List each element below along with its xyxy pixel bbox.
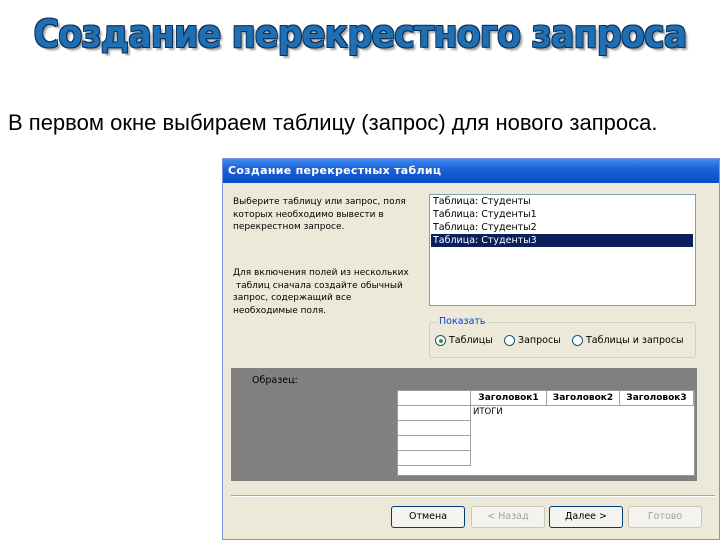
radio-checked-icon[interactable] <box>435 335 446 346</box>
radio-icon[interactable] <box>572 335 583 346</box>
instruction-line: которых необходимо вывести в <box>233 209 384 220</box>
radio-icon[interactable] <box>504 335 515 346</box>
instruction-multi-table: Для включения полей из нескольких таблиц… <box>233 267 409 317</box>
radio-tables[interactable]: Таблицы <box>435 335 493 346</box>
sample-grid: Заголовок1 Заголовок2 Заголовок3 ИТОГИ <box>397 390 695 476</box>
instruction-line: Выберите таблицу или запрос, поля <box>233 197 406 207</box>
radio-queries[interactable]: Запросы <box>504 335 561 346</box>
cancel-button[interactable]: Отмена <box>391 506 465 528</box>
grid-row-header-cell <box>398 391 471 406</box>
instruction-line: необходимые поля. <box>233 305 327 316</box>
totals-cell: ИТОГИ <box>473 407 503 417</box>
instruction-line: Для включения полей из нескольких <box>233 268 409 278</box>
grid-row <box>398 406 471 421</box>
list-item[interactable]: Таблица: Студенты2 <box>431 221 695 234</box>
radio-label: Запросы <box>518 335 561 346</box>
instruction-line: запрос, содержащий все <box>233 293 352 303</box>
sample-preview-panel: Образец: Заголовок1 Заголовок2 Заголовок… <box>231 368 697 481</box>
slide-text: В первом окне выбираем таблицу (запрос) … <box>8 110 658 135</box>
show-group-label: Показать <box>437 316 488 327</box>
back-button[interactable]: < Назад <box>471 506 545 528</box>
finish-button[interactable]: Готово <box>628 506 702 528</box>
instruction-select-table: Выберите таблицу или запрос, поля которы… <box>233 196 406 234</box>
list-item[interactable]: Таблица: Студенты1 <box>431 208 695 221</box>
show-groupbox: Показать Таблицы Запросы Таблицы и запро… <box>429 316 696 358</box>
list-item[interactable]: Таблица: Студенты <box>431 195 695 208</box>
instruction-line: таблиц сначала создайте обычный <box>233 280 403 291</box>
slide-title: Создание перекрестного запроса <box>33 12 688 56</box>
grid-header-2: Заголовок2 <box>547 391 620 406</box>
sample-label: Образец: <box>252 375 298 386</box>
grid-row <box>398 436 471 451</box>
crosstab-wizard-dialog: Создание перекрестных таблиц Выберите та… <box>222 158 720 540</box>
list-item-selected[interactable]: Таблица: Студенты3 <box>431 234 693 247</box>
grid-row <box>398 421 471 436</box>
grid-row <box>398 451 471 466</box>
grid-header-3: Заголовок3 <box>620 391 694 406</box>
table-listbox[interactable]: Таблица: Студенты Таблица: Студенты1 Таб… <box>429 194 696 306</box>
radio-tables-and-queries[interactable]: Таблицы и запросы <box>572 335 684 346</box>
instruction-line: перекрестном запросе. <box>233 222 345 232</box>
radio-label: Таблицы <box>449 335 493 346</box>
grid-header-1: Заголовок1 <box>471 391 547 406</box>
dialog-titlebar[interactable]: Создание перекрестных таблиц <box>223 159 719 183</box>
next-button[interactable]: Далее > <box>549 506 623 528</box>
separator <box>231 495 715 497</box>
radio-label: Таблицы и запросы <box>586 335 684 346</box>
